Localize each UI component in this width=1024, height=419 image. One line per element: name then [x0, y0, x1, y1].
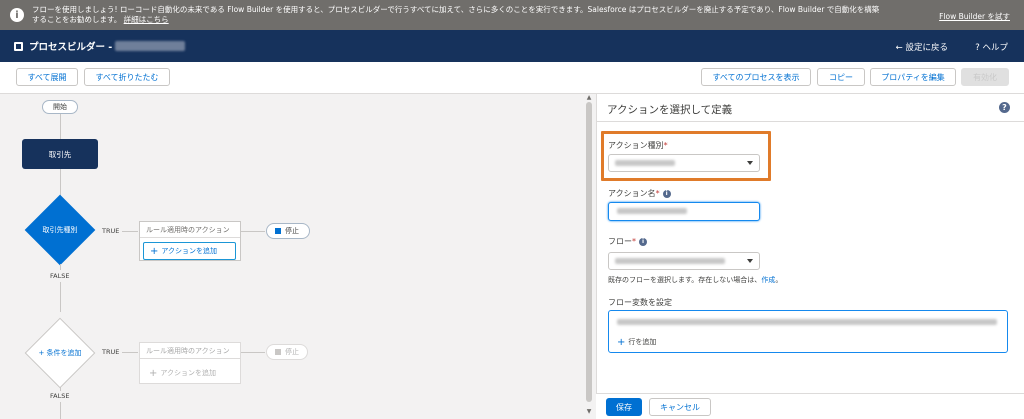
notice-banner: i フローを使用しましょう! ローコード自動化の未来である Flow Build…	[0, 0, 1024, 30]
connector	[241, 231, 265, 232]
start-node: 開始	[42, 100, 78, 114]
immediate-actions-label: ルール適用時のアクション	[140, 222, 240, 238]
process-canvas: 開始 取引先 取引先種別 TRUE FALSE ルール適用時のアクション + ア…	[0, 94, 596, 419]
redacted-value	[615, 258, 725, 264]
info-icon[interactable]: i	[662, 189, 671, 198]
plus-icon: +	[149, 367, 158, 379]
flow-label: フロー* i	[608, 236, 647, 247]
process-name-redacted	[115, 41, 186, 51]
redacted-value	[617, 208, 687, 214]
panel-title: アクションを選択して定義	[607, 104, 733, 116]
connector	[122, 231, 138, 232]
page-title: プロセスビルダー -	[29, 42, 113, 53]
stop-icon	[275, 228, 281, 234]
connector	[60, 282, 61, 312]
connector	[60, 387, 61, 391]
info-icon[interactable]: i	[639, 237, 647, 246]
stop-node-2: 停止	[266, 344, 308, 360]
plus-icon: +	[150, 245, 159, 257]
flow-select[interactable]	[608, 252, 760, 270]
stop-node-1: 停止	[266, 223, 310, 239]
save-button[interactable]: 保存	[606, 398, 642, 416]
connector	[60, 169, 61, 197]
toolbar: すべて展開 すべて折りたたむ すべてのプロセスを表示 コピー プロパティを編集 …	[0, 62, 1024, 94]
panel-footer: 保存 キャンセル	[596, 393, 1024, 419]
help-icon[interactable]: ?	[999, 102, 1010, 113]
add-row-button[interactable]: + 行を追加	[611, 334, 656, 350]
connector	[241, 352, 265, 353]
false-label: FALSE	[50, 392, 70, 400]
stop-icon	[275, 349, 281, 355]
scroll-down-icon[interactable]: ▼	[585, 408, 593, 415]
add-action-button-2[interactable]: + アクションを追加	[143, 364, 236, 382]
connector	[60, 264, 61, 270]
cancel-button[interactable]: キャンセル	[649, 398, 711, 416]
notice-learn-more-link[interactable]: 詳細はこちら	[124, 15, 169, 24]
true-label: TRUE	[102, 348, 120, 356]
add-criteria-label[interactable]: + 条件を追加	[20, 343, 100, 363]
scrollbar-thumb[interactable]	[586, 102, 592, 402]
try-flow-builder-link[interactable]: Flow Builder を試す	[939, 11, 1010, 22]
show-all-processes-button[interactable]: すべてのプロセスを表示	[701, 68, 811, 86]
flow-variables-label: フロー変数を設定	[608, 298, 672, 307]
connector	[60, 114, 61, 139]
chevron-down-icon	[747, 259, 753, 263]
plus-icon: +	[617, 336, 626, 348]
copy-button[interactable]: コピー	[817, 68, 865, 86]
back-to-setup-link[interactable]: ← 設定に戻る	[896, 41, 948, 53]
collapse-all-button[interactable]: すべて折りたたむ	[84, 68, 170, 86]
expand-all-button[interactable]: すべて展開	[16, 68, 78, 86]
false-label: FALSE	[50, 272, 70, 280]
canvas-scrollbar[interactable]: ▲ ▼	[584, 94, 594, 419]
connector	[60, 402, 61, 419]
add-action-button-1[interactable]: + アクションを追加	[143, 242, 236, 260]
activate-button[interactable]: 有効化	[961, 68, 1009, 86]
notice-message: フローを使用しましょう! ローコード自動化の未来である Flow Builder…	[32, 5, 880, 24]
app-header: プロセスビルダー - ← 設定に戻る ? ヘルプ	[0, 30, 1024, 62]
criteria-node-1-label: 取引先種別	[42, 226, 78, 234]
action-name-input[interactable]	[608, 202, 760, 221]
edit-properties-button[interactable]: プロパティを編集	[870, 68, 956, 86]
connector	[122, 352, 138, 353]
true-label: TRUE	[102, 227, 120, 235]
redacted-row	[617, 319, 997, 325]
immediate-actions-label: ルール適用時のアクション	[140, 343, 240, 359]
info-icon: i	[10, 8, 24, 22]
process-builder-icon	[14, 41, 23, 51]
help-link[interactable]: ? ヘルプ	[975, 41, 1008, 53]
flow-help-text: 既存のフローを選択します。存在しない場合は、作成。	[608, 276, 783, 284]
action-name-label: アクション名* i	[608, 188, 671, 199]
object-node[interactable]: 取引先	[22, 139, 98, 169]
highlight-box	[601, 131, 771, 181]
create-flow-link[interactable]: 作成	[761, 276, 775, 284]
scroll-up-icon[interactable]: ▲	[585, 94, 593, 101]
flow-variables-box: + 行を追加	[608, 310, 1008, 353]
divider	[597, 121, 1024, 122]
